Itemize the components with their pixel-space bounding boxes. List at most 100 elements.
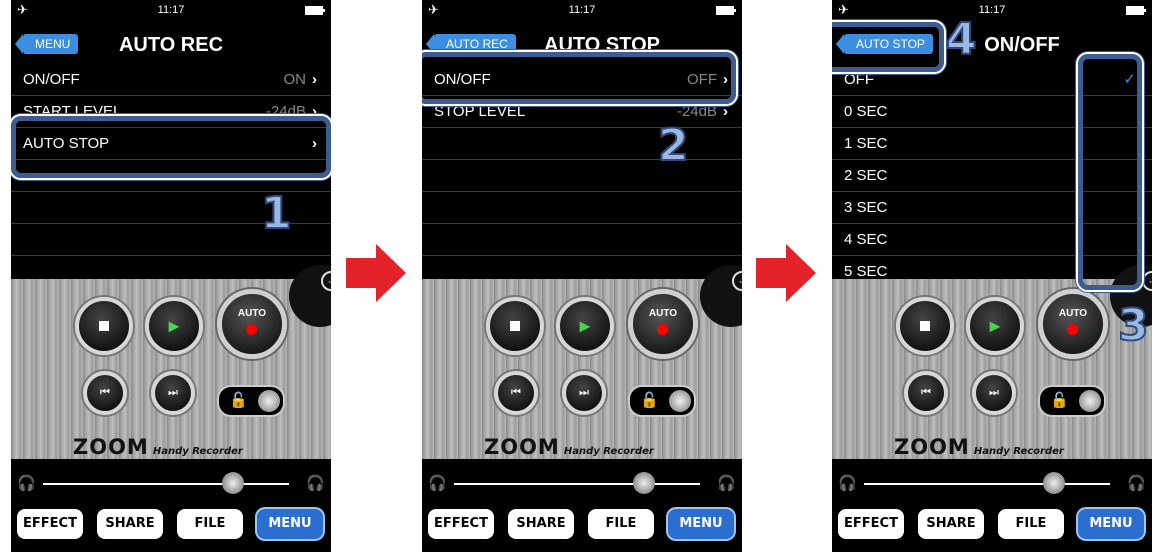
input-switch-icon[interactable]: ⇔ — [1142, 271, 1152, 291]
row-value: -24dB — [676, 103, 717, 120]
tab-file[interactable]: FILE — [588, 509, 654, 539]
option-label: 5 SEC — [844, 263, 888, 280]
lock-switch[interactable]: 🔓 — [628, 385, 696, 417]
record-dot — [657, 324, 668, 335]
lock-switch[interactable]: 🔓 — [217, 385, 285, 417]
input-switch-icon[interactable]: ⇔ — [321, 271, 331, 291]
option-label: 2 SEC — [844, 167, 888, 184]
step-number: 3 — [1117, 299, 1150, 352]
volume-thumb[interactable] — [633, 472, 655, 494]
row-on-off[interactable]: ON/OFF ON › — [11, 64, 331, 96]
transport-panel: ⇔ ▶ AUTO ⏮ ⏭ 🔓 ZOOM Handy Recorder — [832, 265, 1152, 459]
option-label: OFF — [844, 71, 874, 88]
battery-icon — [716, 6, 736, 15]
row-value: ON — [283, 71, 307, 88]
volume-slider[interactable]: 🎧 🎧 — [428, 472, 736, 496]
stop-icon — [920, 321, 930, 331]
volume-track — [864, 483, 1110, 485]
headphone-loud-icon: 🎧 — [1127, 475, 1146, 492]
play-button[interactable]: ▶ — [145, 297, 203, 355]
callout-options-column — [1078, 54, 1142, 290]
empty-row — [422, 192, 742, 224]
tab-menu[interactable]: MENU — [1078, 509, 1144, 539]
row-label: STOP LEVEL — [434, 103, 526, 120]
panel-corner: ⇔ — [289, 265, 331, 327]
play-button[interactable]: ▶ — [966, 297, 1024, 355]
status-time: 11:17 — [978, 4, 1006, 16]
logo-tagline: Handy Recorder — [152, 446, 243, 457]
status-time: 11:17 — [568, 4, 596, 16]
volume-slider[interactable]: 🎧 🎧 — [17, 472, 325, 496]
rec-label: AUTO — [648, 308, 678, 319]
panel-corner: ⇔ — [700, 265, 742, 327]
phone-screen-on-off-options: ✈ 11:17 AUTO STOP ON/OFF OFF ✓ 0 SEC 1 SE… — [832, 0, 1152, 552]
rewind-button[interactable]: ⏮ — [494, 371, 538, 415]
fast-forward-button[interactable]: ⏭ — [972, 371, 1016, 415]
rec-label: AUTO — [1058, 308, 1088, 319]
tab-bar: EFFECT SHARE FILE MENU — [838, 509, 1146, 541]
play-icon: ▶ — [579, 317, 591, 334]
volume-slider[interactable]: 🎧 🎧 — [838, 472, 1146, 496]
tab-share[interactable]: SHARE — [508, 509, 574, 539]
record-dot — [1067, 324, 1078, 335]
zoom-logo: ZOOM Handy Recorder — [484, 435, 654, 459]
empty-row — [422, 224, 742, 256]
volume-track — [43, 483, 289, 485]
rewind-button[interactable]: ⏮ — [83, 371, 127, 415]
nav-bar: MENU AUTO REC — [11, 20, 331, 64]
phone-screen-auto-stop: ✈ 11:17 AUTO REC AUTO STOP ON/OFF OFF › S… — [422, 0, 742, 552]
tab-menu[interactable]: MENU — [257, 509, 323, 539]
bottom-bar: 🎧 🎧 EFFECT SHARE FILE MENU — [11, 459, 331, 552]
tab-effect[interactable]: EFFECT — [17, 509, 83, 539]
stop-button[interactable] — [75, 297, 133, 355]
fast-forward-button[interactable]: ⏭ — [151, 371, 195, 415]
phone-screen-auto-rec: ✈ 11:17 MENU AUTO REC ON/OFF ON › START L… — [11, 0, 331, 552]
input-switch-icon[interactable]: ⇔ — [732, 271, 742, 291]
rewind-icon: ⏮ — [511, 386, 521, 399]
battery-icon — [1126, 6, 1146, 15]
callout-auto-stop — [11, 116, 331, 178]
stop-button[interactable] — [486, 297, 544, 355]
record-button[interactable]: AUTO — [628, 289, 698, 359]
headphone-icon: 🎧 — [17, 475, 36, 492]
bottom-bar: 🎧 🎧 EFFECT SHARE FILE MENU — [832, 459, 1152, 552]
tab-file[interactable]: FILE — [998, 509, 1064, 539]
empty-row — [422, 128, 742, 160]
tab-menu[interactable]: MENU — [668, 509, 734, 539]
volume-thumb[interactable] — [222, 472, 244, 494]
lock-knob — [669, 390, 691, 412]
step-number: 2 — [657, 119, 690, 172]
tab-bar: EFFECT SHARE FILE MENU — [428, 509, 736, 541]
zoom-logo: ZOOM Handy Recorder — [73, 435, 243, 459]
record-dot — [246, 324, 257, 335]
fast-forward-button[interactable]: ⏭ — [562, 371, 606, 415]
rec-label: AUTO — [237, 308, 267, 319]
stop-icon — [99, 321, 109, 331]
logo-text: ZOOM — [73, 435, 149, 459]
logo-text: ZOOM — [484, 435, 560, 459]
battery-icon — [305, 6, 325, 15]
page-title: AUTO REC — [118, 34, 224, 56]
callout-back-button — [832, 22, 944, 72]
play-button[interactable]: ▶ — [556, 297, 614, 355]
stop-button[interactable] — [896, 297, 954, 355]
record-button[interactable]: AUTO — [217, 289, 287, 359]
lock-switch[interactable]: 🔓 — [1038, 385, 1106, 417]
tab-effect[interactable]: EFFECT — [428, 509, 494, 539]
tab-share[interactable]: SHARE — [918, 509, 984, 539]
tab-bar: EFFECT SHARE FILE MENU — [17, 509, 325, 541]
record-button[interactable]: AUTO — [1038, 289, 1108, 359]
tab-share[interactable]: SHARE — [97, 509, 163, 539]
volume-thumb[interactable] — [1043, 472, 1065, 494]
empty-row — [422, 160, 742, 192]
status-bar: ✈ 11:17 — [422, 0, 742, 20]
status-bar: ✈ 11:17 — [11, 0, 331, 20]
tab-effect[interactable]: EFFECT — [838, 509, 904, 539]
tab-file[interactable]: FILE — [177, 509, 243, 539]
option-label: 0 SEC — [844, 103, 888, 120]
chevron-right-icon: › — [312, 71, 317, 88]
fast-forward-icon: ⏭ — [579, 386, 589, 399]
rewind-button[interactable]: ⏮ — [904, 371, 948, 415]
chevron-right-icon: › — [723, 103, 728, 120]
headphone-loud-icon: 🎧 — [717, 475, 736, 492]
